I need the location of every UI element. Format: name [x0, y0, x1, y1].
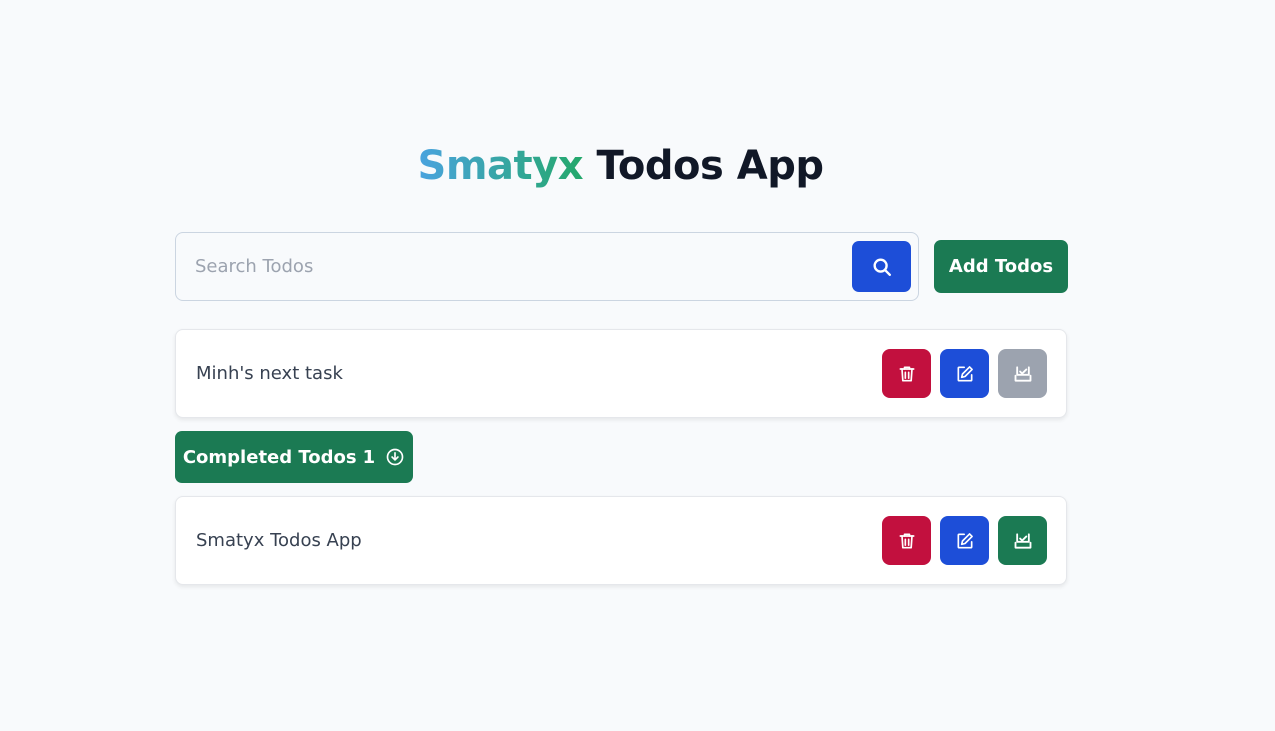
completed-label: Completed Todos: [182, 446, 357, 468]
trash-icon: [897, 531, 917, 551]
todo-text: Smatyx Todos App: [196, 530, 362, 551]
edit-icon: [955, 531, 975, 551]
title-text: Todos App: [596, 143, 824, 189]
delete-todo-button[interactable]: [882, 516, 931, 565]
todo-item: Minh's next task: [175, 329, 1067, 418]
tray-check-icon: [1013, 531, 1033, 551]
todo-text: Minh's next task: [196, 363, 343, 384]
edit-icon: [955, 364, 975, 384]
search-icon: [871, 256, 893, 278]
brand-name: Smatyx: [417, 143, 584, 189]
delete-todo-button[interactable]: [882, 349, 931, 398]
search-bar: [175, 232, 919, 301]
trash-icon: [897, 364, 917, 384]
chevron-circle-down-icon: [385, 447, 405, 467]
tray-check-icon: [1013, 364, 1033, 384]
edit-todo-button[interactable]: [940, 349, 989, 398]
completed-count: 1: [362, 446, 376, 468]
complete-todo-button[interactable]: [998, 349, 1047, 398]
edit-todo-button[interactable]: [940, 516, 989, 565]
todo-app-page: Smatyx Todos App Add Todos Minh's next t…: [0, 0, 1275, 731]
add-todos-button[interactable]: Add Todos: [934, 240, 1068, 293]
page-title: Smatyx Todos App: [0, 138, 1241, 194]
completed-todos-toggle[interactable]: Completed Todos 1: [175, 431, 413, 483]
search-button[interactable]: [852, 241, 911, 292]
completed-todo-item: Smatyx Todos App: [175, 496, 1067, 585]
uncomplete-todo-button[interactable]: [998, 516, 1047, 565]
search-input[interactable]: [176, 233, 836, 300]
